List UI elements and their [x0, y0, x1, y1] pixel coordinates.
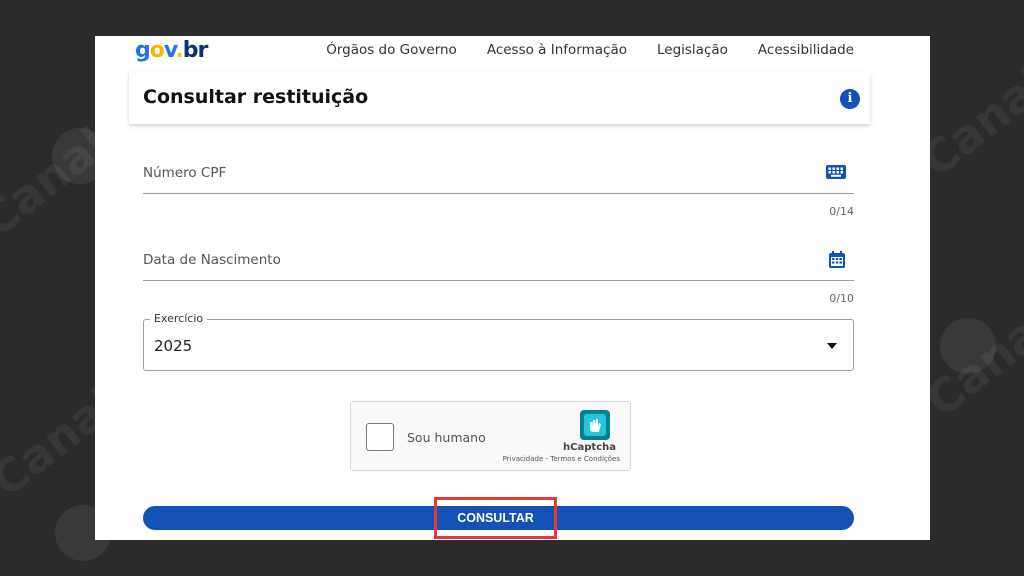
- captcha-brand: hCaptcha: [563, 442, 616, 453]
- nav-legislacao[interactable]: Legislação: [657, 42, 728, 58]
- top-nav: Órgãos do Governo Acesso à Informação Le…: [326, 42, 854, 58]
- watermark-badge: [940, 318, 996, 374]
- gov-page: gov.br Órgãos do Governo Acesso à Inform…: [95, 36, 930, 540]
- site-header: gov.br Órgãos do Governo Acesso à Inform…: [95, 36, 930, 70]
- exercise-legend: Exercício: [150, 312, 208, 325]
- chevron-down-icon[interactable]: [827, 343, 837, 349]
- cpf-field[interactable]: Número CPF: [143, 150, 854, 194]
- nav-orgaos[interactable]: Órgãos do Governo: [326, 42, 457, 58]
- captcha-label: Sou humano: [407, 430, 486, 445]
- nav-acesso-informacao[interactable]: Acesso à Informação: [487, 42, 627, 58]
- exercise-select[interactable]: Exercício 2025: [143, 312, 854, 371]
- hcaptcha-widget: Sou humano hCaptcha Privacidade - Termos…: [350, 401, 631, 471]
- keyboard-icon[interactable]: [826, 164, 846, 183]
- title-card: Consultar restituição i: [129, 72, 870, 124]
- cpf-label: Número CPF: [143, 165, 227, 181]
- consultar-button[interactable]: CONSULTAR: [434, 497, 557, 539]
- captcha-checkbox[interactable]: [366, 423, 394, 451]
- birthdate-label: Data de Nascimento: [143, 252, 281, 268]
- exercise-value: 2025: [154, 337, 193, 355]
- watermark-text: Canaltech: [915, 226, 1024, 428]
- page-title: Consultar restituição: [143, 86, 369, 108]
- birthdate-field[interactable]: Data de Nascimento: [143, 237, 854, 281]
- calendar-icon[interactable]: [828, 251, 846, 273]
- nav-acessibilidade[interactable]: Acessibilidade: [758, 42, 854, 58]
- birthdate-counter: 0/10: [829, 292, 854, 305]
- hcaptcha-logo-icon: [580, 410, 610, 440]
- govbr-logo[interactable]: gov.br: [135, 38, 208, 63]
- cpf-counter: 0/14: [829, 205, 854, 218]
- captcha-links[interactable]: Privacidade - Termos e Condições: [503, 455, 620, 463]
- info-icon[interactable]: i: [840, 89, 860, 109]
